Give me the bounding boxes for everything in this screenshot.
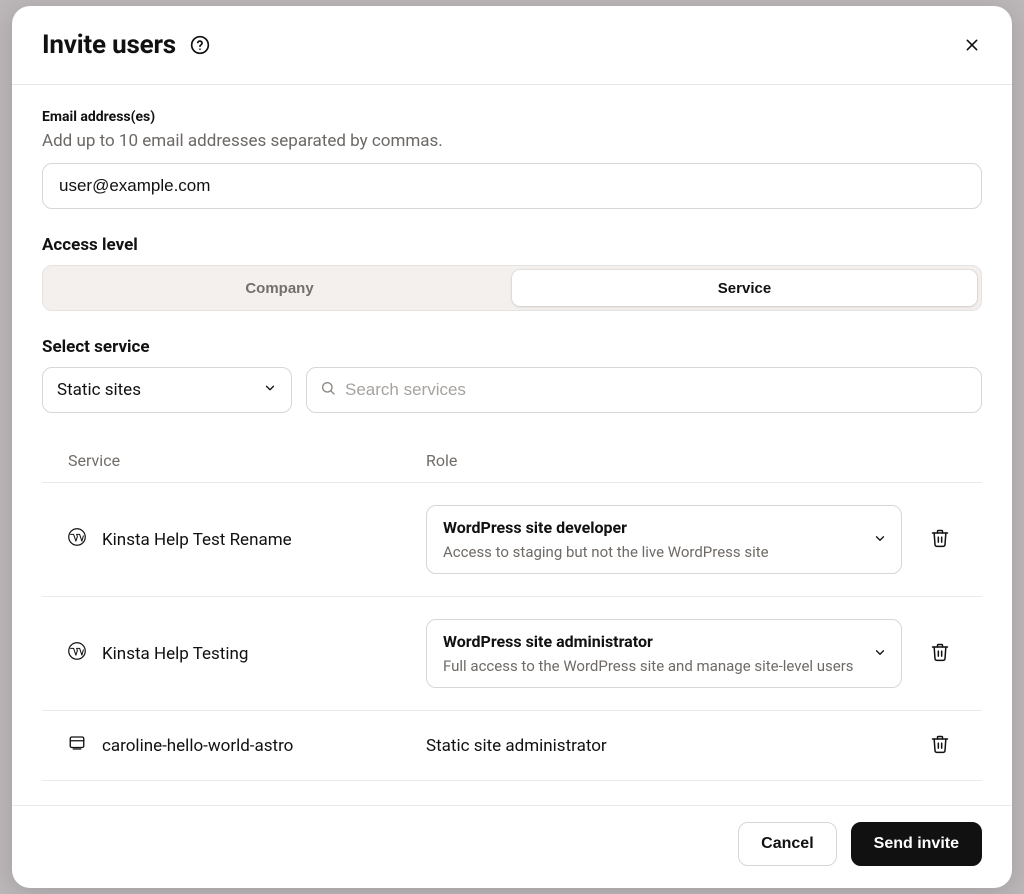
role-title: WordPress site developer bbox=[443, 518, 857, 537]
table-row: Kinsta Help Test Rename WordPress site d… bbox=[42, 482, 982, 596]
search-icon bbox=[320, 380, 336, 400]
search-services-input[interactable] bbox=[306, 367, 982, 413]
role-description: Access to staging but not the live WordP… bbox=[443, 543, 857, 561]
modal-header: Invite users bbox=[12, 6, 1012, 84]
select-service-section: Select service Static sites bbox=[42, 337, 982, 413]
chevron-down-icon bbox=[873, 530, 887, 549]
delete-row-button[interactable] bbox=[902, 527, 956, 552]
static-site-icon bbox=[68, 734, 86, 757]
modal-body: Email address(es) Add up to 10 email add… bbox=[12, 85, 1012, 805]
email-input[interactable] bbox=[42, 163, 982, 209]
role-dropdown[interactable]: WordPress site developer Access to stagi… bbox=[426, 505, 902, 574]
role-title: WordPress site administrator bbox=[443, 632, 857, 651]
delete-row-button[interactable] bbox=[902, 733, 956, 758]
tab-company[interactable]: Company bbox=[47, 270, 512, 306]
chevron-down-icon bbox=[873, 644, 887, 663]
table-row: caroline-hello-world-astro Static site a… bbox=[42, 710, 982, 781]
service-name: caroline-hello-world-astro bbox=[102, 736, 293, 756]
invite-users-modal: Invite users Email address(es) Add up to… bbox=[12, 6, 1012, 888]
close-button[interactable] bbox=[964, 35, 984, 55]
modal-title: Invite users bbox=[42, 30, 176, 60]
service-type-value: Static sites bbox=[57, 380, 141, 400]
access-level-label: Access level bbox=[42, 235, 982, 255]
access-level-tabs: Company Service bbox=[42, 265, 982, 311]
role-description: Full access to the WordPress site and ma… bbox=[443, 657, 857, 675]
wordpress-icon bbox=[68, 528, 86, 551]
email-label: Email address(es) bbox=[42, 109, 982, 125]
tab-service[interactable]: Service bbox=[512, 270, 977, 306]
table-row: Kinsta Help Testing WordPress site admin… bbox=[42, 596, 982, 710]
service-name: Kinsta Help Testing bbox=[102, 644, 248, 664]
search-services-wrap bbox=[306, 367, 982, 413]
access-level-section: Access level Company Service bbox=[42, 235, 982, 311]
send-invite-button[interactable]: Send invite bbox=[851, 822, 982, 866]
role-dropdown[interactable]: WordPress site administrator Full access… bbox=[426, 619, 902, 688]
role-static-text: Static site administrator bbox=[426, 736, 607, 756]
wordpress-icon bbox=[68, 642, 86, 665]
service-cell: Kinsta Help Test Rename bbox=[68, 528, 426, 551]
service-type-dropdown[interactable]: Static sites bbox=[42, 367, 292, 413]
service-name: Kinsta Help Test Rename bbox=[102, 530, 292, 550]
service-cell: Kinsta Help Testing bbox=[68, 642, 426, 665]
chevron-down-icon bbox=[263, 380, 277, 400]
modal-footer: Cancel Send invite bbox=[12, 805, 1012, 888]
delete-row-button[interactable] bbox=[902, 641, 956, 666]
help-icon[interactable] bbox=[190, 35, 210, 55]
header-role: Role bbox=[426, 451, 956, 470]
header-service: Service bbox=[68, 451, 426, 470]
services-table: Service Role Kinsta Help Test Rename Wor… bbox=[42, 439, 982, 781]
email-hint: Add up to 10 email addresses separated b… bbox=[42, 131, 982, 151]
select-service-label: Select service bbox=[42, 337, 982, 357]
cancel-button[interactable]: Cancel bbox=[738, 822, 836, 866]
table-header: Service Role bbox=[42, 439, 982, 482]
email-section: Email address(es) Add up to 10 email add… bbox=[42, 109, 982, 209]
service-cell: caroline-hello-world-astro bbox=[68, 734, 426, 757]
